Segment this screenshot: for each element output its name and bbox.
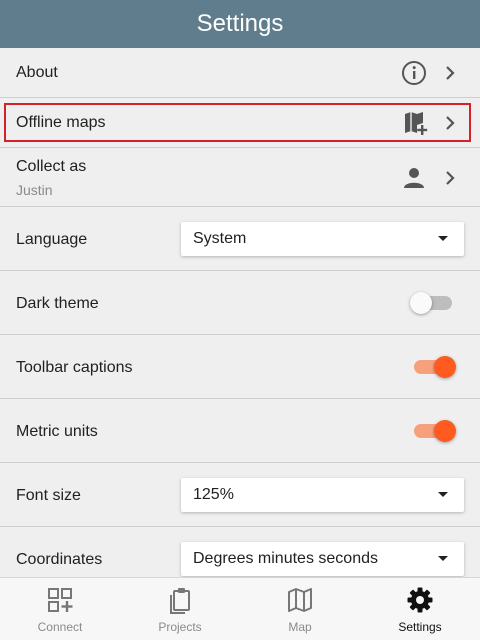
font-size-label: Font size — [16, 487, 81, 504]
tab-settings-label: Settings — [398, 620, 442, 634]
tab-projects[interactable]: Projects — [120, 578, 240, 640]
language-value: System — [193, 230, 247, 247]
tab-map[interactable]: Map — [240, 578, 360, 640]
tab-connect-label: Connect — [37, 620, 83, 634]
dark-theme-row: Dark theme — [0, 271, 480, 335]
collect-as-user: Justin — [16, 182, 53, 198]
toolbar-captions-toggle[interactable] — [414, 356, 456, 378]
toggle-knob — [434, 420, 456, 442]
coordinates-select[interactable]: Degrees minutes seconds — [181, 542, 464, 576]
dark-theme-toggle[interactable] — [410, 292, 452, 314]
metric-units-row: Metric units — [0, 399, 480, 463]
collect-as-row[interactable]: Collect as Justin — [0, 148, 480, 207]
metric-units-toggle[interactable] — [414, 420, 456, 442]
map-icon — [286, 586, 314, 614]
dropdown-arrow-icon — [438, 492, 448, 497]
page-title: Settings — [196, 10, 284, 37]
tab-settings[interactable]: Settings — [360, 578, 480, 640]
toggle-knob — [434, 356, 456, 378]
metric-units-label: Metric units — [16, 423, 98, 440]
toolbar-captions-label: Toolbar captions — [16, 359, 133, 376]
gear-icon — [406, 586, 434, 614]
person-icon — [400, 164, 428, 192]
chevron-right-icon — [442, 166, 458, 190]
dark-theme-label: Dark theme — [16, 295, 99, 312]
font-size-select[interactable]: 125% — [181, 478, 464, 512]
chevron-right-icon — [442, 61, 458, 85]
about-label: About — [16, 64, 58, 81]
language-select[interactable]: System — [181, 222, 464, 256]
about-row[interactable]: About — [0, 48, 480, 98]
clipboard-icon — [166, 586, 194, 614]
tab-projects-label: Projects — [158, 620, 202, 634]
font-size-value: 125% — [193, 486, 234, 503]
dropdown-arrow-icon — [438, 556, 448, 561]
dropdown-arrow-icon — [438, 236, 448, 241]
connect-icon — [46, 586, 74, 614]
coordinates-value: Degrees minutes seconds — [193, 550, 378, 567]
offline-maps-label: Offline maps — [16, 114, 106, 131]
chevron-right-icon — [442, 111, 458, 135]
info-icon — [400, 59, 428, 87]
toggle-knob — [410, 292, 432, 314]
language-row: Language System — [0, 207, 480, 271]
app-header: Settings — [0, 0, 480, 48]
add-map-icon — [402, 109, 430, 137]
language-label: Language — [16, 231, 88, 248]
bottom-tab-bar: Connect Projects Map Settings — [0, 577, 480, 640]
collect-as-label: Collect as — [16, 158, 87, 175]
tab-map-label: Map — [288, 620, 312, 634]
toolbar-captions-row: Toolbar captions — [0, 335, 480, 399]
offline-maps-row[interactable]: Offline maps — [0, 98, 480, 148]
coordinates-label: Coordinates — [16, 551, 103, 568]
tab-connect[interactable]: Connect — [0, 578, 120, 640]
font-size-row: Font size 125% — [0, 463, 480, 527]
